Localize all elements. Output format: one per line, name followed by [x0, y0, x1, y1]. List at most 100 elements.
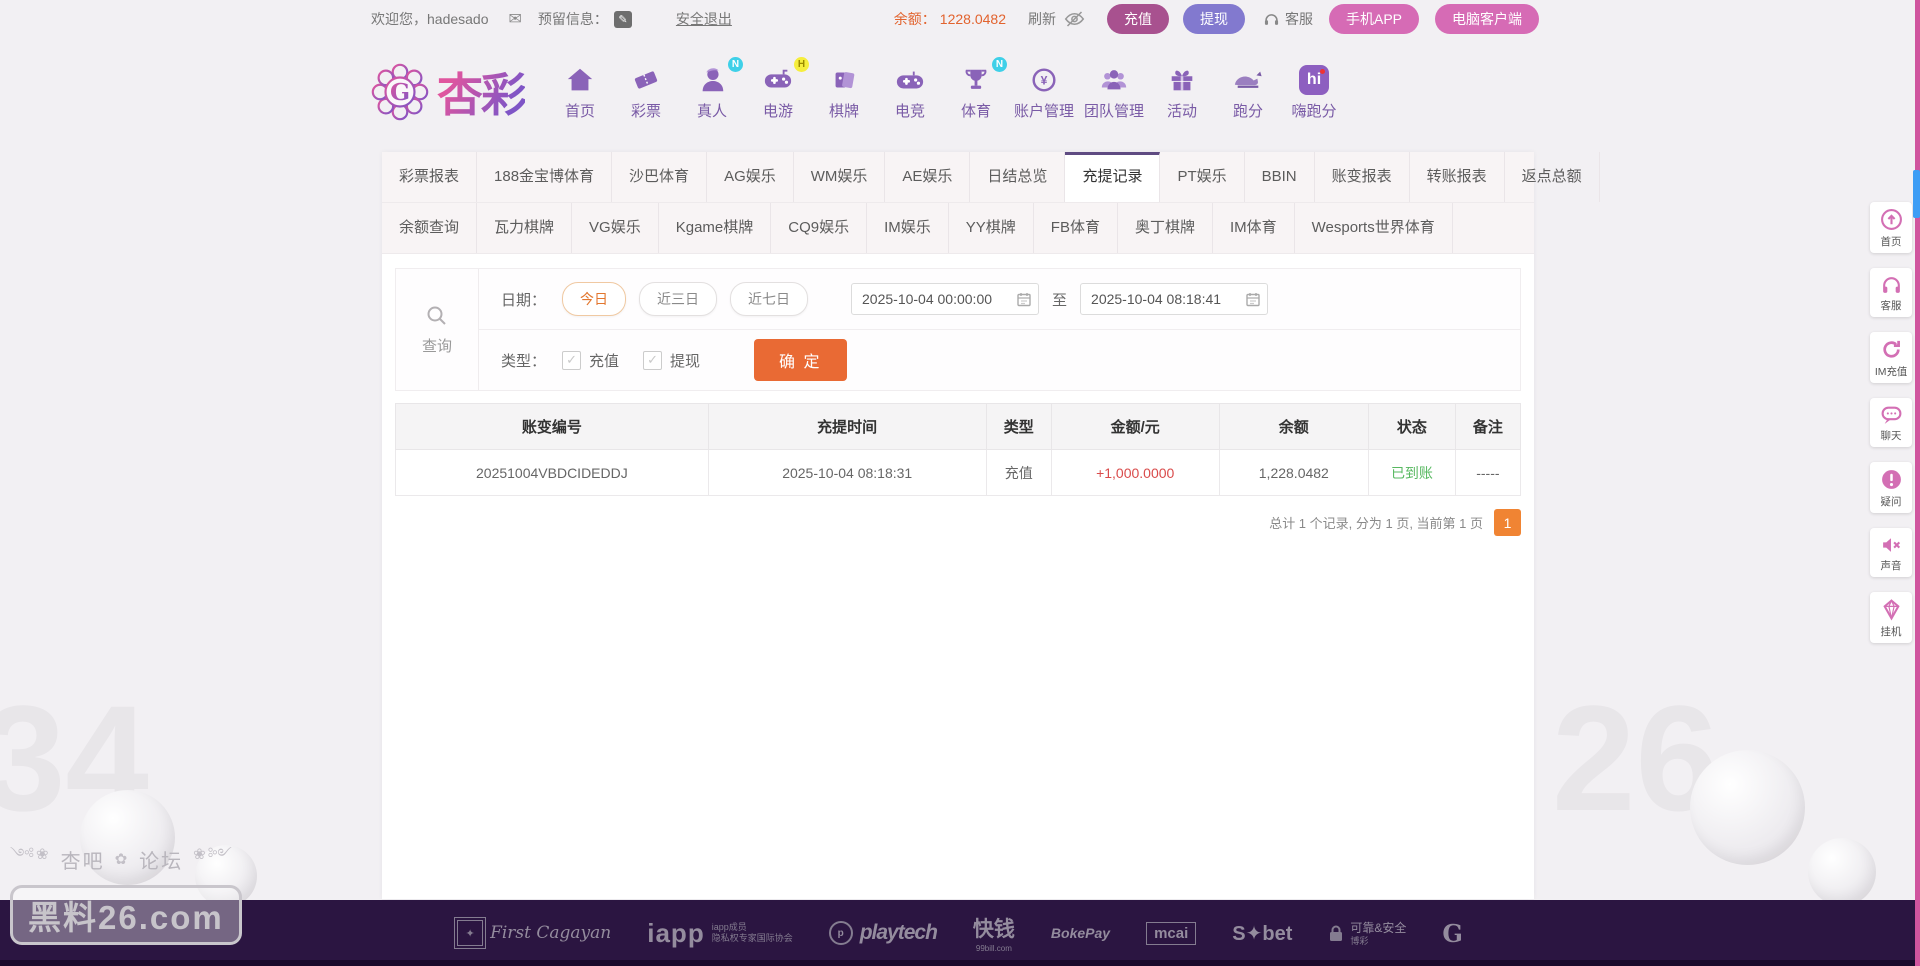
gift-icon [1167, 63, 1197, 95]
withdraw-checkbox[interactable]: 提现 [643, 350, 700, 371]
tab-daily-summary[interactable]: 日结总览 [970, 152, 1066, 202]
tab-vg[interactable]: VG娱乐 [572, 203, 659, 253]
cell-account-change-id: 20251004VBDCIDEDDJ [395, 449, 709, 496]
tab-wali[interactable]: 瓦力棋牌 [477, 203, 573, 253]
headset-icon [1882, 277, 1900, 293]
balance-value: 1228.0482 [939, 11, 1006, 27]
topbar: 欢迎您，hadesado ✉ 预留信息： ✎ 安全退出 余额： 1228.048… [371, 0, 1539, 38]
col-header-type: 类型 [985, 403, 1052, 450]
nav-item-live[interactable]: N 真人 [679, 57, 745, 121]
tab-im[interactable]: IM娱乐 [867, 203, 949, 253]
person-icon [697, 63, 727, 95]
scrollbar-thumb[interactable] [1913, 170, 1920, 218]
tab-saba-sports[interactable]: 沙巴体育 [612, 152, 708, 202]
hot-badge: H [794, 57, 809, 72]
footer-logo-first-cagayan: ✦ First Cagayan [454, 917, 611, 949]
rail-item-idle[interactable]: 挂机 [1870, 592, 1912, 643]
pc-client-button[interactable]: 电脑客户端 [1435, 4, 1539, 34]
cell-time: 2025-10-04 08:18:31 [707, 449, 987, 496]
site-header: G 杏彩 首页 彩票 N 真人 H 电游 棋牌 电竞 N 体育 ¥ 账户管理 团… [371, 46, 1539, 138]
tab-aoding[interactable]: 奥丁棋牌 [1118, 203, 1213, 253]
rail-item-question[interactable]: 疑问 [1870, 462, 1912, 513]
footer-logo-g: G [1442, 918, 1463, 948]
tab-ae[interactable]: AE娱乐 [885, 152, 971, 202]
nav-item-account-management[interactable]: ¥ 账户管理 [1009, 63, 1079, 121]
footer-logo-playtech: p playtech [828, 921, 938, 945]
logout-link[interactable]: 安全退出 [676, 9, 732, 29]
col-header-balance: 余额 [1218, 403, 1370, 450]
pagination-summary: 总计 1 个记录, 分为 1 页, 当前第 1 页 [1269, 516, 1483, 531]
svg-text:¥: ¥ [1041, 74, 1048, 88]
quick-7days-button[interactable]: 近七日 [730, 282, 809, 316]
customer-service-link[interactable]: 客服 [1263, 9, 1313, 29]
refresh-icon [1882, 340, 1900, 358]
footer-logo-bokepay: BokePay [1050, 925, 1111, 941]
eye-off-icon[interactable] [1064, 10, 1085, 28]
edit-pencil-icon[interactable]: ✎ [613, 10, 632, 28]
tab-kgame[interactable]: Kgame棋牌 [659, 203, 772, 253]
tab-wm[interactable]: WM娱乐 [794, 152, 886, 202]
nav-item-egames[interactable]: H 电游 [745, 57, 811, 121]
exclamation-circle-icon [1881, 470, 1901, 489]
nav-item-hi-paofen[interactable]: hi 嗨跑分 [1281, 63, 1347, 121]
nav-item-team-management[interactable]: 团队管理 [1079, 63, 1149, 121]
nav-item-boardgames[interactable]: 棋牌 [811, 63, 877, 121]
main-nav: 首页 彩票 N 真人 H 电游 棋牌 电竞 N 体育 ¥ 账户管理 团队管理 活… [547, 57, 1347, 121]
tab-deposit-withdraw-records[interactable]: 充提记录 [1065, 152, 1161, 202]
table-row: 20251004VBDCIDEDDJ 2025-10-04 08:18:31 充… [395, 449, 1522, 496]
tab-lottery-report[interactable]: 彩票报表 [382, 152, 478, 202]
tab-rebate-total[interactable]: 返点总额 [1505, 152, 1600, 202]
flower-emblem-icon: G [371, 63, 429, 121]
quick-3days-button[interactable]: 近三日 [639, 282, 718, 316]
reserved-info-label: 预留信息： [537, 11, 608, 27]
checkbox-checked-icon [643, 350, 663, 370]
envelope-icon[interactable]: ✉ [509, 9, 522, 29]
date-from-input[interactable] [851, 283, 1040, 315]
tab-188-sports[interactable]: 188金宝博体育 [477, 152, 613, 202]
confirm-button[interactable]: 确 定 [754, 339, 847, 381]
nav-item-lottery[interactable]: 彩票 [613, 63, 679, 121]
nav-item-home[interactable]: 首页 [547, 63, 613, 121]
date-to-input[interactable] [1080, 283, 1269, 315]
refresh-balance-button[interactable]: 刷新 [1028, 9, 1056, 29]
nav-item-esports[interactable]: 电竞 [877, 63, 943, 121]
decorative-ball [1690, 750, 1805, 865]
gamepad-icon [895, 63, 925, 95]
nav-item-promotions[interactable]: 活动 [1149, 63, 1215, 121]
tab-ag[interactable]: AG娱乐 [707, 152, 794, 202]
tab-pt[interactable]: PT娱乐 [1160, 152, 1245, 202]
watermark-left-text: 杏吧 [60, 850, 105, 873]
rail-item-service[interactable]: 客服 [1870, 268, 1912, 317]
tab-im-sports[interactable]: IM体育 [1213, 203, 1295, 253]
headset-icon [1264, 13, 1279, 25]
tab-cq9[interactable]: CQ9娱乐 [771, 203, 868, 253]
nav-item-sports[interactable]: N 体育 [943, 57, 1009, 121]
playtech-circle-icon: p [828, 921, 853, 945]
tab-bbin[interactable]: BBIN [1245, 152, 1315, 202]
page-1-button[interactable]: 1 [1494, 509, 1521, 536]
service-label: 客服 [1284, 11, 1313, 27]
quick-today-button[interactable]: 今日 [562, 282, 627, 316]
deposit-checkbox[interactable]: 充值 [562, 350, 619, 371]
nav-item-paofen[interactable]: 跑分 [1215, 63, 1281, 121]
deposit-button[interactable]: 充值 [1106, 4, 1169, 34]
tab-row-2: 余额查询 瓦力棋牌 VG娱乐 Kgame棋牌 CQ9娱乐 IM娱乐 YY棋牌 F… [382, 203, 1534, 254]
pagination: 总计 1 个记录, 分为 1 页, 当前第 1 页 1 [395, 509, 1521, 536]
footer-logo-mcai: mcai [1146, 921, 1197, 945]
tab-yy[interactable]: YY棋牌 [949, 203, 1034, 253]
coin-yen-icon: ¥ [1029, 63, 1059, 95]
tab-wesports[interactable]: Wesports世界体育 [1295, 203, 1453, 253]
withdraw-button[interactable]: 提现 [1182, 4, 1245, 34]
rail-item-im-recharge[interactable]: IM充值 [1870, 332, 1912, 383]
mobile-app-button[interactable]: 手机APP [1328, 4, 1419, 34]
type-filter-row: 类型： 充值 提现 确 定 [479, 330, 1520, 390]
rail-item-chat[interactable]: 聊天 [1870, 398, 1912, 447]
tab-transfer-report[interactable]: 转账报表 [1410, 152, 1505, 202]
rail-item-home[interactable]: 首页 [1870, 202, 1912, 253]
site-logo[interactable]: G 杏彩 [371, 59, 527, 125]
col-header-amount: 金额/元 [1050, 403, 1220, 450]
tab-fb-sports[interactable]: FB体育 [1034, 203, 1118, 253]
rail-item-sound[interactable]: 声音 [1870, 528, 1912, 577]
tab-account-change-report[interactable]: 账变报表 [1315, 152, 1410, 202]
tab-balance-query[interactable]: 余额查询 [382, 203, 478, 253]
